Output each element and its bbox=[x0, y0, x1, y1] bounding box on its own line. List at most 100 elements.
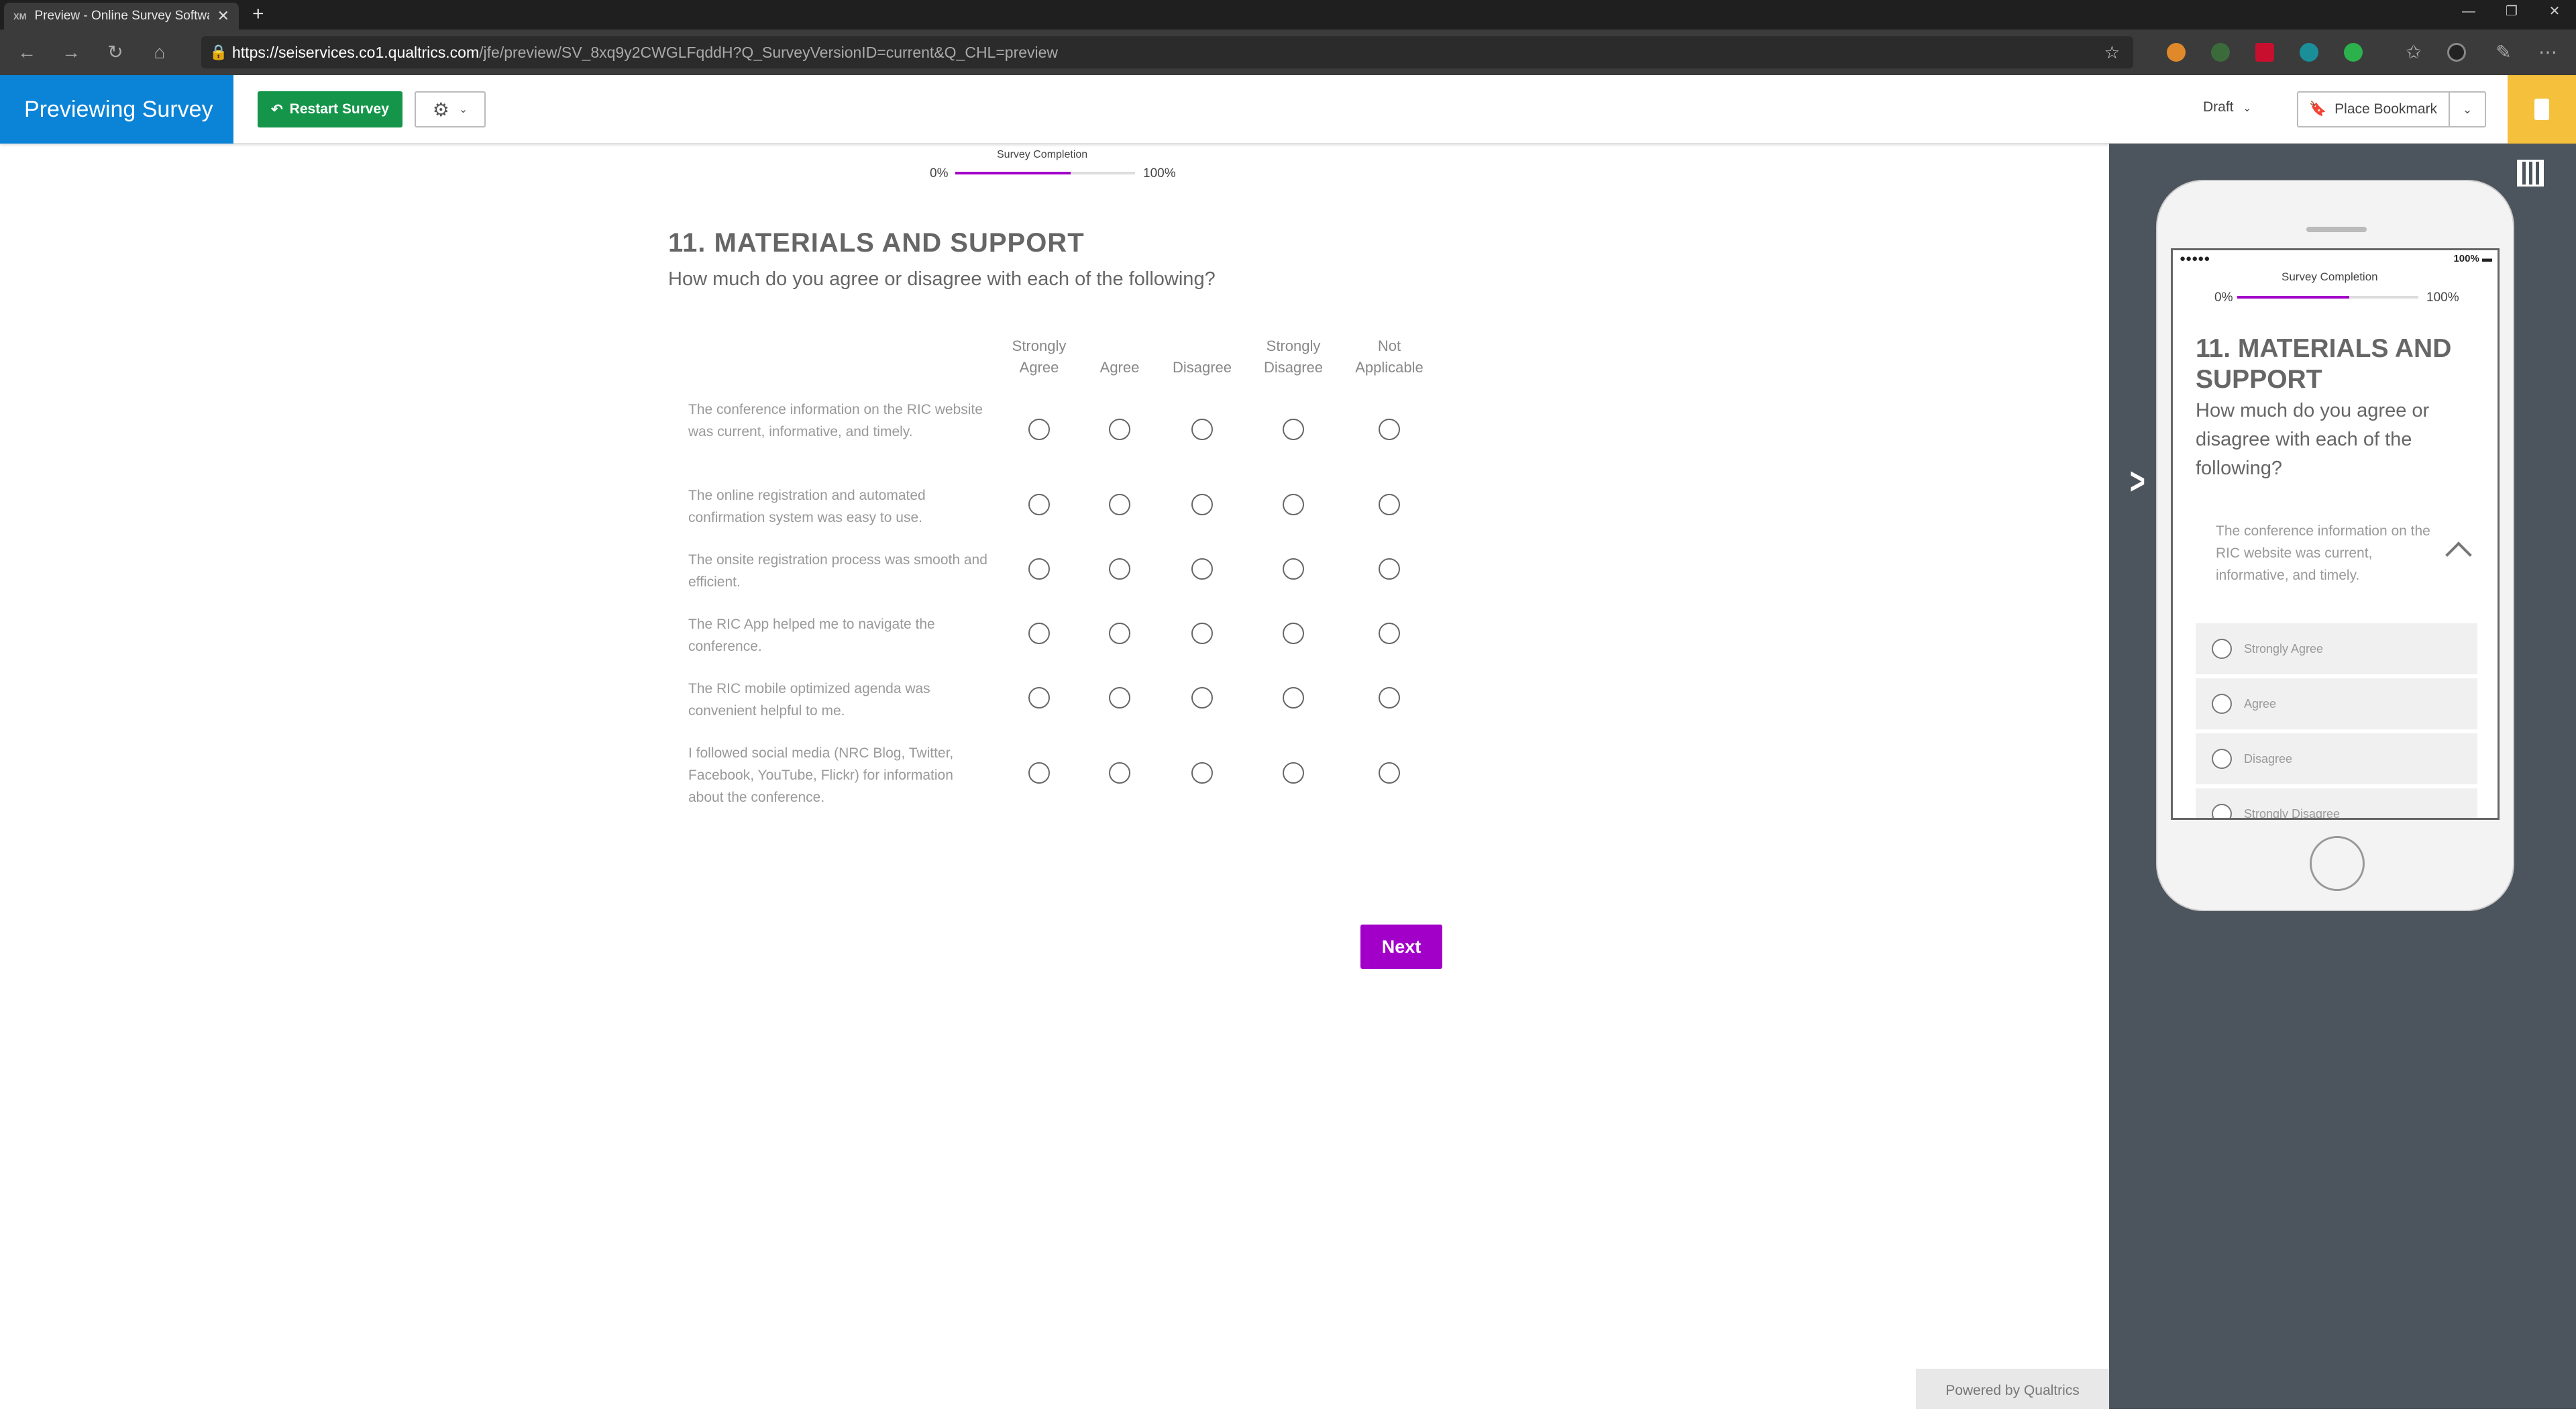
favorite-star-icon[interactable]: ☆ bbox=[2104, 36, 2120, 68]
home-icon[interactable]: ⌂ bbox=[146, 39, 173, 66]
mobile-option[interactable]: Agree bbox=[2196, 678, 2477, 729]
notes-button[interactable] bbox=[2508, 75, 2576, 144]
collapse-panel-icon[interactable]: > bbox=[2130, 459, 2145, 503]
matrix-radio-button[interactable] bbox=[1028, 623, 1050, 644]
progress-fill bbox=[955, 172, 1071, 174]
place-bookmark-button[interactable]: 🔖 Place Bookmark bbox=[2298, 93, 2450, 126]
matrix-radio-button[interactable] bbox=[1109, 419, 1130, 440]
mobile-option[interactable]: Strongly Agree bbox=[2196, 623, 2477, 674]
draft-label: Draft bbox=[2203, 99, 2234, 115]
url-host: https://seiservices.co1.qualtrics.com bbox=[232, 44, 480, 61]
back-icon[interactable]: ← bbox=[13, 39, 40, 66]
settings-dropdown-button[interactable]: ⚙ ⌄ bbox=[415, 91, 486, 127]
address-bar[interactable]: 🔒 https://seiservices.co1.qualtrics.com/… bbox=[201, 36, 2133, 68]
matrix-radio-button[interactable] bbox=[1028, 762, 1050, 784]
mobile-question-title: 11. MATERIALS AND SUPPORT bbox=[2196, 334, 2452, 394]
radio-button[interactable] bbox=[2212, 749, 2232, 769]
progress-max-label: 100% bbox=[1143, 166, 1176, 180]
feedback-icon[interactable]: ✎ bbox=[2490, 39, 2517, 66]
draft-version-dropdown[interactable]: Draft ⌄ bbox=[2203, 99, 2251, 115]
mobile-option[interactable]: Disagree bbox=[2196, 733, 2477, 784]
matrix-radio-button[interactable] bbox=[1191, 687, 1213, 709]
column-header-strongly-disagree: Strongly Disagree bbox=[1263, 337, 1324, 376]
matrix-radio-button[interactable] bbox=[1379, 494, 1400, 515]
extension-icon[interactable] bbox=[2211, 43, 2230, 62]
matrix-radio-button[interactable] bbox=[1191, 558, 1213, 580]
progress-label: Survey Completion bbox=[997, 149, 1088, 160]
row-label-app: The RIC App helped me to navigate the co… bbox=[688, 617, 935, 654]
gear-icon: ⚙ bbox=[432, 99, 449, 120]
matrix-radio-button[interactable] bbox=[1191, 494, 1213, 515]
matrix-radio-button[interactable] bbox=[1283, 623, 1304, 644]
matrix-radio-button[interactable] bbox=[1283, 687, 1304, 709]
matrix-radio-button[interactable] bbox=[1379, 623, 1400, 644]
extension-icon[interactable] bbox=[2167, 43, 2186, 62]
lock-icon: 🔒 bbox=[209, 44, 228, 60]
reload-icon[interactable]: ↻ bbox=[102, 39, 129, 66]
browser-tab[interactable]: XM Preview - Online Survey Software ✕ bbox=[4, 3, 239, 30]
matrix-radio-button[interactable] bbox=[1028, 419, 1050, 440]
next-button[interactable]: Next bbox=[1360, 925, 1442, 969]
bookmark-dropdown-button[interactable]: ⌄ bbox=[2450, 103, 2485, 117]
matrix-radio-button[interactable] bbox=[1379, 762, 1400, 784]
mobile-progress-max: 100% bbox=[2426, 291, 2459, 305]
browser-toolbar: ← → ↻ ⌂ 🔒 https://seiservices.co1.qualtr… bbox=[0, 30, 2576, 75]
battery-icon: ▬ bbox=[2482, 253, 2492, 264]
previewing-survey-label: Previewing Survey bbox=[0, 75, 233, 144]
mobile-progress-min: 0% bbox=[2214, 291, 2233, 305]
phone-status-bar: ●●●●● 100% ▬ bbox=[2180, 253, 2492, 264]
matrix-radio-button[interactable] bbox=[1379, 687, 1400, 709]
undo-arrow-icon: ↶ bbox=[271, 101, 283, 117]
matrix-radio-button[interactable] bbox=[1028, 494, 1050, 515]
mobile-question-text: How much do you agree or disagree with e… bbox=[2196, 400, 2430, 479]
adblock-icon[interactable] bbox=[2255, 43, 2274, 62]
chevron-up-icon[interactable] bbox=[2445, 541, 2472, 568]
restart-survey-button[interactable]: ↶ Restart Survey bbox=[258, 91, 402, 127]
matrix-radio-button[interactable] bbox=[1109, 762, 1130, 784]
matrix-radio-button[interactable] bbox=[1109, 687, 1130, 709]
place-bookmark-control: 🔖 Place Bookmark ⌄ bbox=[2297, 91, 2486, 127]
phone-frame: ●●●●● 100% ▬ Survey Completion 0% 100% 1… bbox=[2156, 180, 2514, 911]
matrix-radio-button[interactable] bbox=[1283, 419, 1304, 440]
matrix-radio-button[interactable] bbox=[1191, 623, 1213, 644]
radio-button[interactable] bbox=[2212, 804, 2232, 818]
minimize-icon[interactable]: — bbox=[2447, 0, 2490, 30]
extension-icon[interactable] bbox=[2344, 43, 2363, 62]
matrix-radio-button[interactable] bbox=[1109, 494, 1130, 515]
mobile-progress-bar bbox=[2237, 296, 2418, 299]
matrix-radio-button[interactable] bbox=[1379, 419, 1400, 440]
restore-icon[interactable]: ❐ bbox=[2490, 0, 2533, 30]
extension-icon[interactable] bbox=[2300, 43, 2318, 62]
more-icon[interactable]: ⋯ bbox=[2534, 39, 2561, 66]
qr-code-icon[interactable] bbox=[2517, 160, 2544, 187]
matrix-radio-button[interactable] bbox=[1109, 623, 1130, 644]
qualtrics-favicon-icon: XM bbox=[13, 11, 27, 21]
question-text: How much do you agree or disagree with e… bbox=[668, 268, 1216, 290]
powered-by-link[interactable]: Powered by Qualtrics bbox=[1916, 1369, 2109, 1409]
new-tab-icon[interactable]: + bbox=[252, 3, 264, 25]
favorites-icon[interactable]: ✩ bbox=[2400, 39, 2427, 66]
chevron-down-icon: ⌄ bbox=[2243, 103, 2251, 114]
close-tab-icon[interactable]: ✕ bbox=[217, 7, 229, 25]
matrix-radio-button[interactable] bbox=[1283, 494, 1304, 515]
matrix-radio-button[interactable] bbox=[1028, 558, 1050, 580]
radio-button[interactable] bbox=[2212, 639, 2232, 659]
mobile-screen: ●●●●● 100% ▬ Survey Completion 0% 100% 1… bbox=[2171, 248, 2500, 820]
mobile-option[interactable]: Strongly Disagree bbox=[2196, 788, 2477, 818]
forward-icon[interactable]: → bbox=[58, 39, 85, 66]
matrix-radio-button[interactable] bbox=[1109, 558, 1130, 580]
profile-avatar[interactable] bbox=[2447, 43, 2466, 62]
note-icon bbox=[2534, 99, 2549, 120]
matrix-radio-button[interactable] bbox=[1191, 762, 1213, 784]
matrix-radio-button[interactable] bbox=[1028, 687, 1050, 709]
tab-title: Preview - Online Survey Software bbox=[34, 9, 209, 23]
phone-speaker bbox=[2306, 227, 2367, 232]
matrix-radio-button[interactable] bbox=[1283, 558, 1304, 580]
phone-home-button bbox=[2310, 836, 2365, 891]
question-title: 11. MATERIALS AND SUPPORT bbox=[668, 228, 1085, 258]
close-window-icon[interactable]: ✕ bbox=[2533, 0, 2576, 30]
matrix-radio-button[interactable] bbox=[1283, 762, 1304, 784]
matrix-radio-button[interactable] bbox=[1191, 419, 1213, 440]
matrix-radio-button[interactable] bbox=[1379, 558, 1400, 580]
radio-button[interactable] bbox=[2212, 694, 2232, 714]
